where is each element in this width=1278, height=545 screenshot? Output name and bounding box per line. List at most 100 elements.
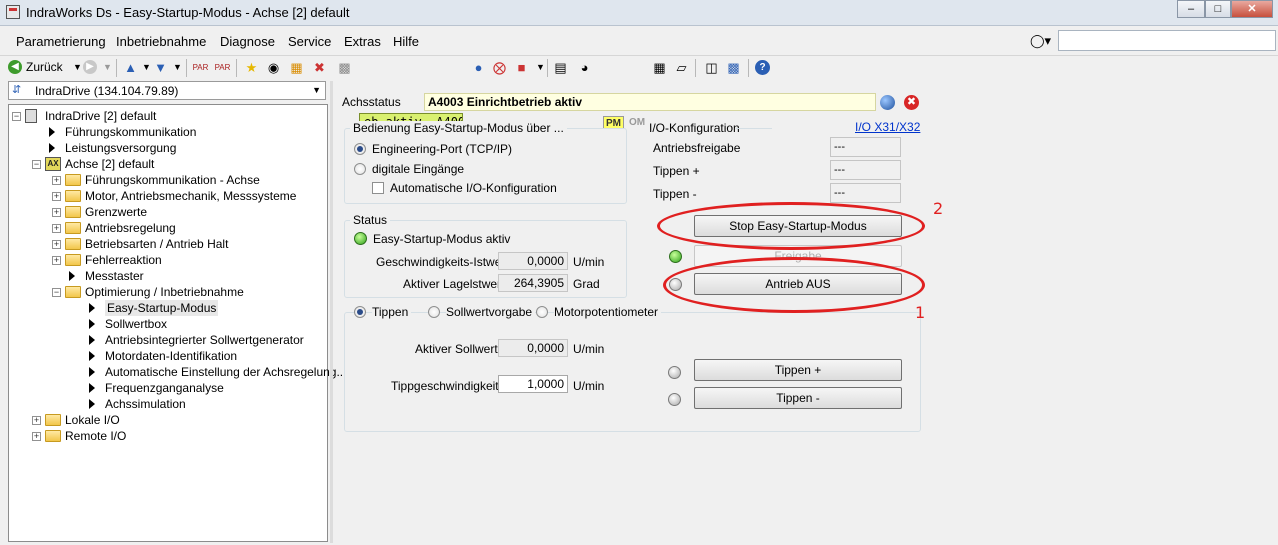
freigabe-button[interactable]: Freigabe <box>694 245 902 267</box>
transfer-icon[interactable]: ▱ <box>673 59 690 76</box>
expand-icon[interactable]: + <box>32 432 41 441</box>
tree-item[interactable]: − Optimierung / Inbetriebnahme <box>9 284 327 300</box>
oscilloscope-icon[interactable]: ▤ <box>552 59 569 76</box>
menu-inbetriebnahme[interactable]: Inbetriebnahme <box>116 34 206 49</box>
toolbar-separator <box>116 59 117 77</box>
globe-icon[interactable]: ● <box>470 59 487 76</box>
tree-item[interactable]: Achssimulation <box>9 396 327 412</box>
expand-icon[interactable]: + <box>52 176 61 185</box>
stop-icon[interactable]: ⨂ <box>491 59 508 76</box>
panel-splitter[interactable] <box>330 81 333 543</box>
expand-icon[interactable]: + <box>52 224 61 233</box>
menu-hilfe[interactable]: Hilfe <box>393 34 419 49</box>
bedienung-title: Bedienung Easy-Startup-Modus über ... <box>350 121 567 135</box>
tree-item[interactable]: + Fehlerreaktion <box>9 252 327 268</box>
tree-item[interactable]: Motordaten-Identifikation <box>9 348 327 364</box>
antriebsfreigabe-label: Antriebsfreigabe <box>653 141 741 155</box>
drive-icon[interactable]: ▩ <box>336 59 353 76</box>
folder-icon <box>65 286 81 298</box>
tree-item[interactable]: + Motor, Antriebsmechanik, Messsysteme <box>9 188 327 204</box>
measurement-icon[interactable]: ◕ <box>576 59 593 76</box>
tree-item[interactable]: + Remote I/O <box>9 428 327 444</box>
axis-icon: AX <box>45 157 61 171</box>
tree-item[interactable]: Sollwertbox <box>9 316 327 332</box>
project-icon[interactable]: ▩ <box>725 59 742 76</box>
parameter-icon[interactable]: PAR <box>192 59 209 76</box>
help-icon[interactable]: ? <box>755 60 770 75</box>
tree-item[interactable]: Automatische Einstellung der Achsregelun… <box>9 364 346 380</box>
menu-diagnose[interactable]: Diagnose <box>220 34 275 49</box>
tippen-minus-button[interactable]: Tippen - <box>694 387 902 409</box>
tree-item[interactable]: Messtaster <box>9 268 327 284</box>
motorpotentiometer-radio[interactable] <box>536 306 548 318</box>
sollwert-unit: U/min <box>573 342 605 356</box>
sollwertvorgabe-radio[interactable] <box>428 306 440 318</box>
tippen-label: Tippen <box>372 305 412 319</box>
tippen-plus-button[interactable]: Tippen + <box>694 359 902 381</box>
tree-item[interactable]: + Führungskommunikation - Achse <box>9 172 327 188</box>
auto-io-checkbox[interactable] <box>372 182 384 194</box>
io-x31-x32-link[interactable]: I/O X31/X32 <box>855 120 920 134</box>
expand-icon[interactable]: + <box>52 240 61 249</box>
network-icon[interactable]: ◫ <box>703 59 720 76</box>
tree-item[interactable]: Frequenzganganalyse <box>9 380 327 396</box>
tree-item-label: Sollwertbox <box>105 317 168 331</box>
error-clear-icon[interactable]: ✖ <box>904 95 919 110</box>
tree-item-label: Führungskommunikation - Achse <box>85 173 260 187</box>
io-config-title: I/O-Konfiguration <box>646 121 743 135</box>
back-button[interactable]: Zurück <box>26 60 63 74</box>
annotation-number-2: 2 <box>933 199 944 218</box>
tree-item[interactable]: + Betriebsarten / Antrieb Halt <box>9 236 327 252</box>
tree-item[interactable]: − IndraDrive [2] default <box>9 108 327 124</box>
collapse-icon[interactable]: − <box>52 288 61 297</box>
forward-dropdown-icon[interactable]: ▼ <box>99 59 116 76</box>
menu-parametrierung[interactable]: Parametrierung <box>16 34 106 49</box>
drive-halt-icon[interactable]: ■ <box>513 59 530 76</box>
drive-selector[interactable]: ⇵ IndraDrive (134.104.79.89) ▼ <box>8 81 326 100</box>
expand-icon[interactable]: + <box>52 256 61 265</box>
favorite-star-icon[interactable]: ★ <box>243 59 260 76</box>
tree-item-label: Achssimulation <box>105 397 186 411</box>
tree-item[interactable]: + Lokale I/O <box>9 412 327 428</box>
arrow-icon <box>49 127 55 137</box>
menu-service[interactable]: Service <box>288 34 331 49</box>
expand-icon[interactable]: + <box>52 192 61 201</box>
search-input[interactable] <box>1058 30 1276 51</box>
toolbar-separator <box>236 59 237 77</box>
up-arrow-icon[interactable]: ▲ <box>122 59 139 76</box>
collapse-icon[interactable]: − <box>12 112 21 121</box>
forward-arrow-icon[interactable]: ▶ <box>83 60 97 74</box>
collapse-icon[interactable]: − <box>32 160 41 169</box>
error-reset-icon[interactable]: ✖ <box>311 59 328 76</box>
close-button[interactable]: ✕ <box>1231 0 1273 18</box>
speed-label: Geschwindigkeits-Istwert <box>376 255 509 269</box>
parameter-list-icon[interactable]: PAR <box>214 59 231 76</box>
tree-item[interactable]: Leistungsversorgung <box>9 140 327 156</box>
digital-inputs-radio[interactable] <box>354 163 366 175</box>
tree-item[interactable]: Antriebsintegrierter Sollwertgenerator <box>9 332 327 348</box>
expand-icon[interactable]: + <box>32 416 41 425</box>
expand-icon[interactable]: + <box>52 208 61 217</box>
down-dropdown-icon[interactable]: ▼ <box>169 59 186 76</box>
down-arrow-icon[interactable]: ▼ <box>152 59 169 76</box>
binoculars-icon[interactable]: ◯▾ <box>1030 33 1051 49</box>
minimize-button[interactable]: – <box>1177 0 1205 18</box>
stop-easy-startup-button[interactable]: Stop Easy-Startup-Modus <box>694 215 902 237</box>
settings-window-icon[interactable]: ▦ <box>288 59 305 76</box>
engineering-port-radio[interactable] <box>354 143 366 155</box>
menu-extras[interactable]: Extras <box>344 34 381 49</box>
antrieb-aus-button[interactable]: Antrieb AUS <box>694 273 902 295</box>
module-icon[interactable]: ▦ <box>651 59 668 76</box>
tree-item[interactable]: − AX Achse [2] default <box>9 156 327 172</box>
back-arrow-icon[interactable]: ◀ <box>8 60 22 74</box>
tree-item[interactable]: + Antriebsregelung <box>9 220 327 236</box>
tree-item[interactable]: Easy-Startup-Modus <box>9 300 327 316</box>
tippgeschwindigkeit-input[interactable]: 1,0000 <box>498 375 568 393</box>
globe-icon[interactable] <box>880 95 895 110</box>
binoculars-search-icon[interactable]: ◉ <box>265 59 282 76</box>
tree-item[interactable]: Führungskommunikation <box>9 124 327 140</box>
tippen-plus-led <box>668 366 681 379</box>
maximize-button[interactable]: □ <box>1205 0 1231 18</box>
tippen-radio[interactable] <box>354 306 366 318</box>
tree-item[interactable]: + Grenzwerte <box>9 204 327 220</box>
